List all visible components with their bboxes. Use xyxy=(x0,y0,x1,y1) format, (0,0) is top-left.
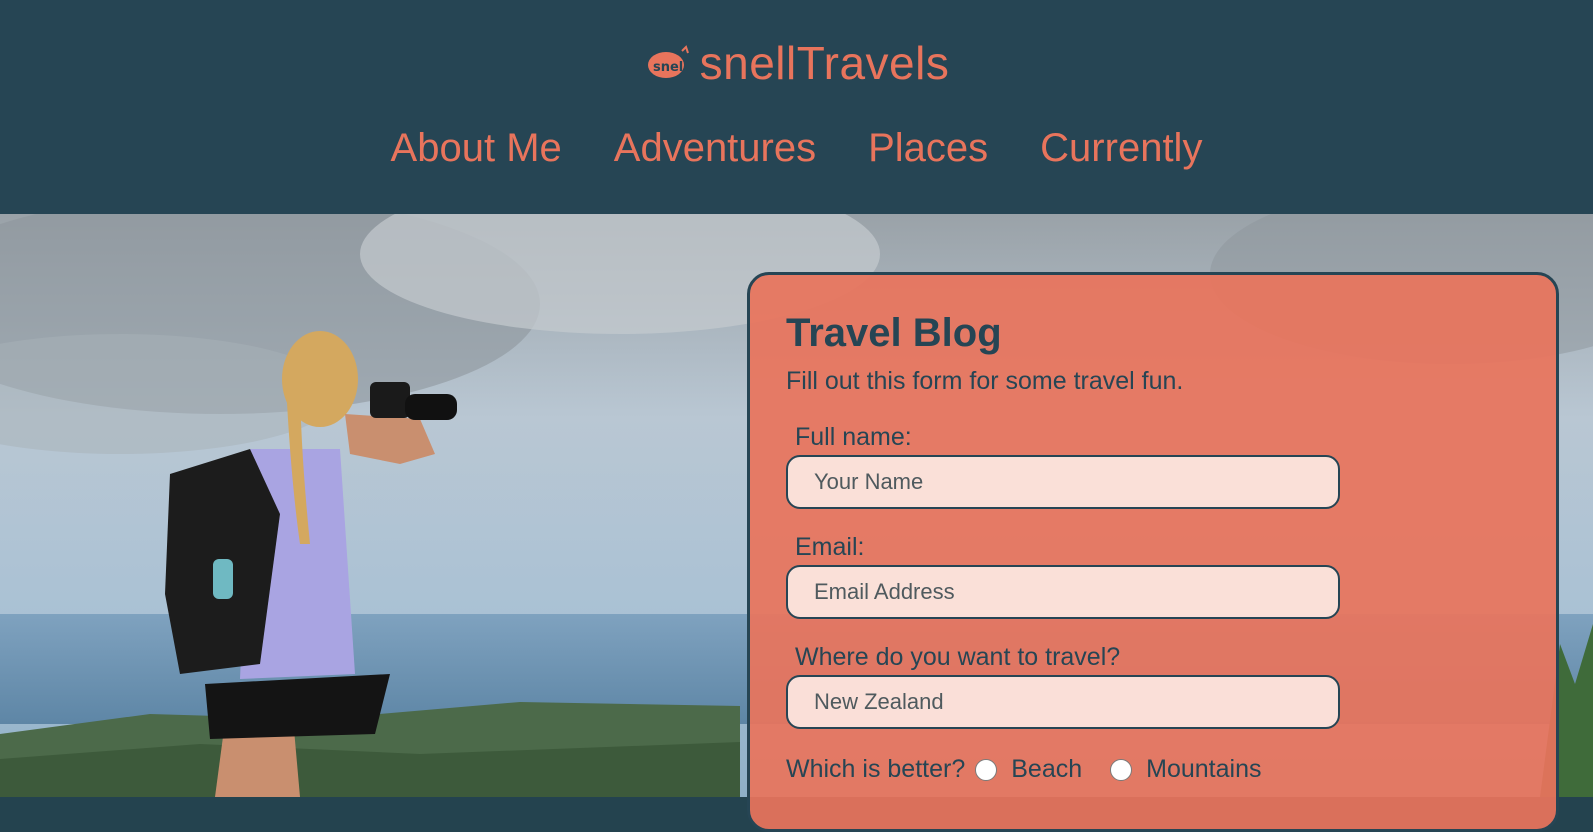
email-label: Email: xyxy=(795,533,865,561)
snell-logo-icon: snel xyxy=(647,45,689,78)
site-header: snel snellTravels About Me Adventures Pl… xyxy=(0,0,1593,214)
preference-row: Which is better? Beach Mountains xyxy=(786,755,1262,784)
nav-about-me[interactable]: About Me xyxy=(391,126,562,171)
destination-label: Where do you want to travel? xyxy=(795,643,1121,671)
brand[interactable]: snel snellTravels xyxy=(0,36,1593,90)
main-nav: About Me Adventures Places Currently xyxy=(0,126,1593,171)
brand-name: snellTravels xyxy=(699,37,950,89)
form-subtitle: Fill out this form for some travel fun. xyxy=(786,367,1184,395)
email-input[interactable] xyxy=(786,565,1340,619)
mountains-radio[interactable] xyxy=(1110,758,1133,781)
full-name-input[interactable] xyxy=(786,455,1340,509)
beach-option-label: Beach xyxy=(1011,755,1083,783)
nav-currently[interactable]: Currently xyxy=(1040,126,1202,171)
nav-places[interactable]: Places xyxy=(868,126,988,171)
destination-input[interactable] xyxy=(786,675,1340,729)
travel-form-card: Travel Blog Fill out this form for some … xyxy=(747,272,1559,832)
form-title: Travel Blog xyxy=(786,311,1002,355)
full-name-label: Full name: xyxy=(795,423,912,451)
mountains-option-label: Mountains xyxy=(1146,755,1262,783)
nav-adventures[interactable]: Adventures xyxy=(614,126,816,171)
beach-radio[interactable] xyxy=(975,758,998,781)
svg-text:snel: snel xyxy=(653,60,683,75)
preference-label: Which is better? xyxy=(786,755,966,783)
